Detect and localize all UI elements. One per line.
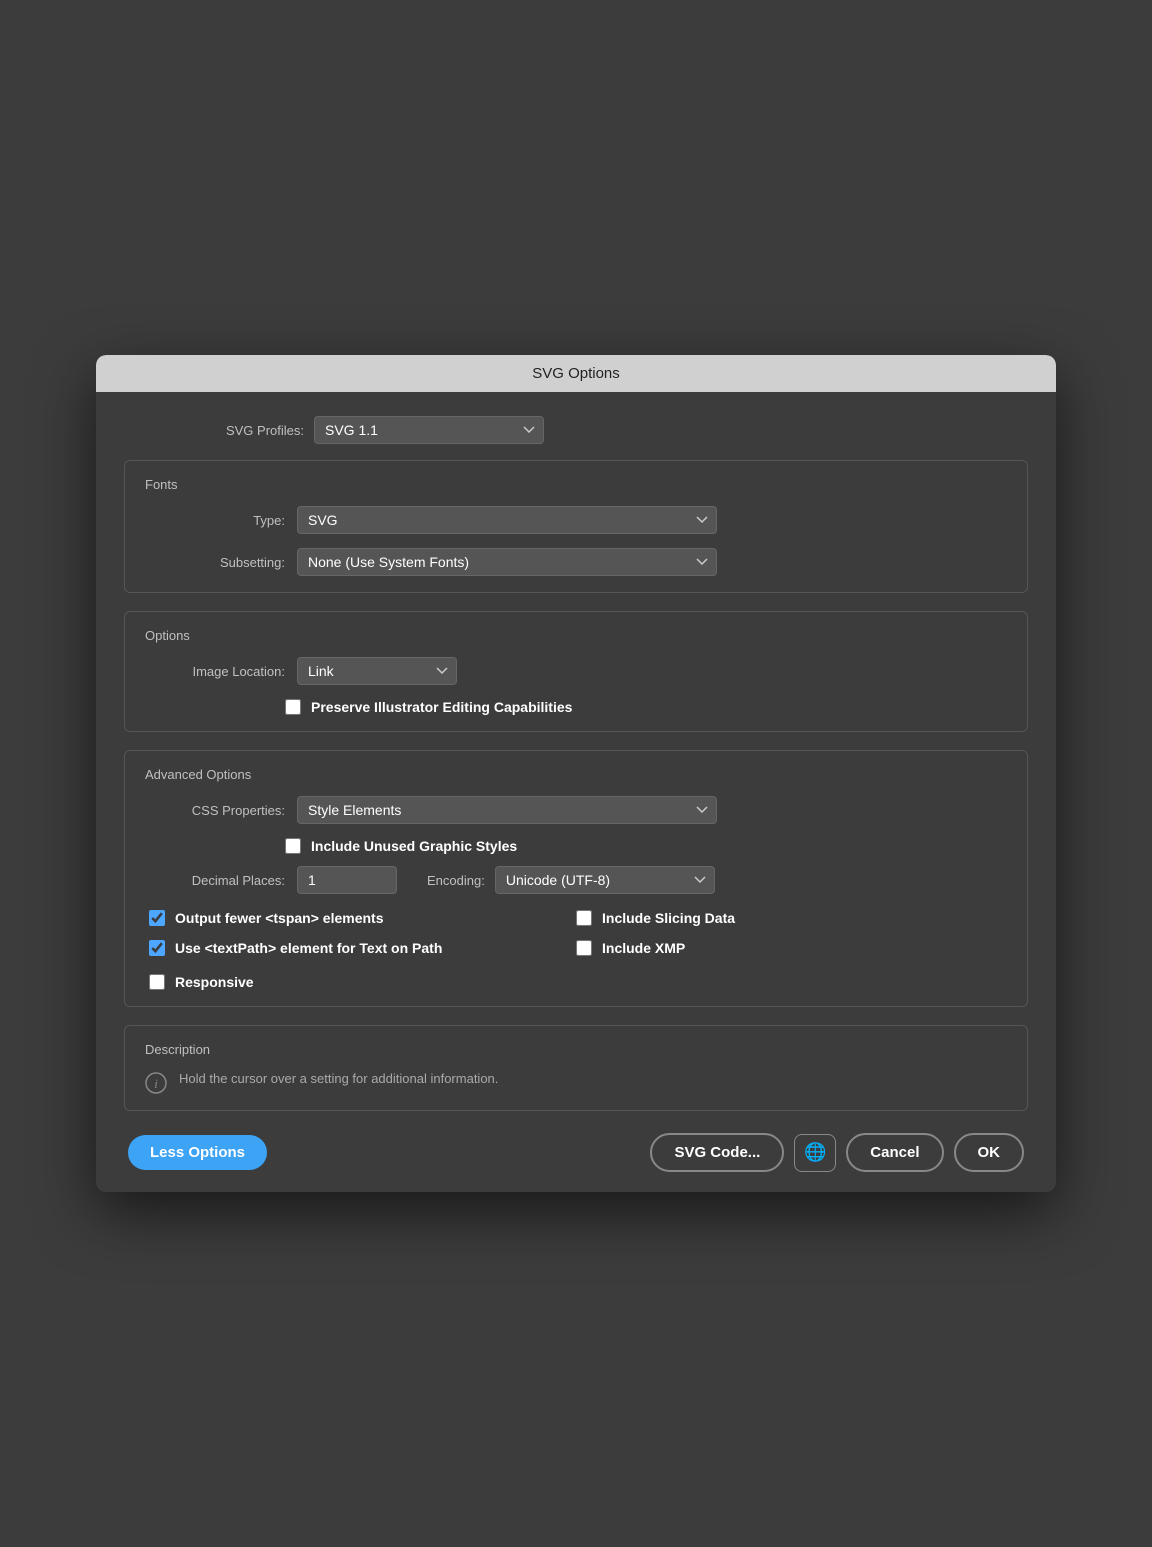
svg-profiles-label: SVG Profiles: xyxy=(174,423,304,438)
svg-options-dialog: SVG Options SVG Profiles: SVG 1.1 SVG 1.… xyxy=(96,355,1056,1192)
type-select[interactable]: SVG Convert to outline xyxy=(297,506,717,534)
dialog-title: SVG Options xyxy=(96,355,1056,392)
footer-buttons: Less Options SVG Code... 🌐 Cancel OK xyxy=(124,1133,1028,1172)
css-properties-row: CSS Properties: Style Elements Presentat… xyxy=(145,796,1007,824)
decimal-encoding-row: Decimal Places: Encoding: Unicode (UTF-8… xyxy=(145,866,1007,894)
subsetting-select[interactable]: None (Use System Fonts) Common English A… xyxy=(297,548,717,576)
fonts-section-title: Fonts xyxy=(145,477,1007,492)
checkboxes-grid: Output fewer <tspan> elements Include Sl… xyxy=(149,910,1003,970)
responsive-checkbox[interactable] xyxy=(149,974,165,990)
type-row: Type: SVG Convert to outline xyxy=(145,506,1007,534)
responsive-label: Responsive xyxy=(175,974,254,990)
css-properties-select[interactable]: Style Elements Presentation Attributes S… xyxy=(297,796,717,824)
preserve-checkbox-label: Preserve Illustrator Editing Capabilitie… xyxy=(311,699,572,715)
cancel-button[interactable]: Cancel xyxy=(846,1133,943,1172)
encoding-label: Encoding: xyxy=(427,873,485,888)
responsive-row: Responsive xyxy=(149,974,1003,990)
include-xmp-label: Include XMP xyxy=(602,940,685,956)
description-title: Description xyxy=(145,1042,1007,1057)
encoding-select[interactable]: Unicode (UTF-8) ISO-8859-1 UTF-16 xyxy=(495,866,715,894)
include-unused-styles-row: Include Unused Graphic Styles xyxy=(145,838,1007,854)
advanced-options-title: Advanced Options xyxy=(145,767,1007,782)
use-textpath-cell: Use <textPath> element for Text on Path xyxy=(149,940,576,956)
svg-text:i: i xyxy=(154,1076,158,1091)
fonts-section: Fonts Type: SVG Convert to outline Subse… xyxy=(124,460,1028,593)
description-text: Hold the cursor over a setting for addit… xyxy=(179,1071,498,1086)
include-unused-styles-label: Include Unused Graphic Styles xyxy=(311,838,517,854)
advanced-checkboxes: Output fewer <tspan> elements Include Sl… xyxy=(145,910,1007,990)
output-fewer-tspan-cell: Output fewer <tspan> elements xyxy=(149,910,576,926)
description-content: i Hold the cursor over a setting for add… xyxy=(145,1071,1007,1094)
info-icon: i xyxy=(145,1072,167,1094)
preserve-checkbox[interactable] xyxy=(285,699,301,715)
output-fewer-tspan-checkbox[interactable] xyxy=(149,910,165,926)
description-section: Description i Hold the cursor over a set… xyxy=(124,1025,1028,1111)
svg-code-button[interactable]: SVG Code... xyxy=(650,1133,784,1172)
subsetting-row: Subsetting: None (Use System Fonts) Comm… xyxy=(145,548,1007,576)
footer-right: SVG Code... 🌐 Cancel OK xyxy=(650,1133,1024,1172)
encoding-group: Encoding: Unicode (UTF-8) ISO-8859-1 UTF… xyxy=(427,866,715,894)
decimal-places-input[interactable] xyxy=(297,866,397,894)
preserve-checkbox-row: Preserve Illustrator Editing Capabilitie… xyxy=(145,699,1007,715)
output-fewer-tspan-label: Output fewer <tspan> elements xyxy=(175,910,384,926)
include-unused-styles-checkbox[interactable] xyxy=(285,838,301,854)
footer-left: Less Options xyxy=(128,1135,267,1170)
options-section: Options Image Location: Link Embed Prese… xyxy=(124,611,1028,732)
svg-profiles-row: SVG Profiles: SVG 1.1 SVG 1.0 SVG Tiny 1… xyxy=(124,416,1028,444)
options-section-title: Options xyxy=(145,628,1007,643)
globe-button[interactable]: 🌐 xyxy=(794,1134,836,1172)
use-textpath-checkbox[interactable] xyxy=(149,940,165,956)
svg-profiles-select[interactable]: SVG 1.1 SVG 1.0 SVG Tiny 1.1 SVG Tiny 1.… xyxy=(314,416,544,444)
include-xmp-checkbox[interactable] xyxy=(576,940,592,956)
less-options-button[interactable]: Less Options xyxy=(128,1135,267,1170)
include-slicing-data-checkbox[interactable] xyxy=(576,910,592,926)
image-location-select[interactable]: Link Embed xyxy=(297,657,457,685)
include-slicing-data-label: Include Slicing Data xyxy=(602,910,735,926)
image-location-row: Image Location: Link Embed xyxy=(145,657,1007,685)
ok-button[interactable]: OK xyxy=(954,1133,1025,1172)
image-location-label: Image Location: xyxy=(145,664,285,679)
type-label: Type: xyxy=(145,513,285,528)
css-properties-label: CSS Properties: xyxy=(145,803,285,818)
include-slicing-data-cell: Include Slicing Data xyxy=(576,910,1003,926)
decimal-places-label: Decimal Places: xyxy=(145,873,285,888)
subsetting-label: Subsetting: xyxy=(145,555,285,570)
include-xmp-cell: Include XMP xyxy=(576,940,1003,956)
use-textpath-label: Use <textPath> element for Text on Path xyxy=(175,940,442,956)
advanced-options-section: Advanced Options CSS Properties: Style E… xyxy=(124,750,1028,1007)
